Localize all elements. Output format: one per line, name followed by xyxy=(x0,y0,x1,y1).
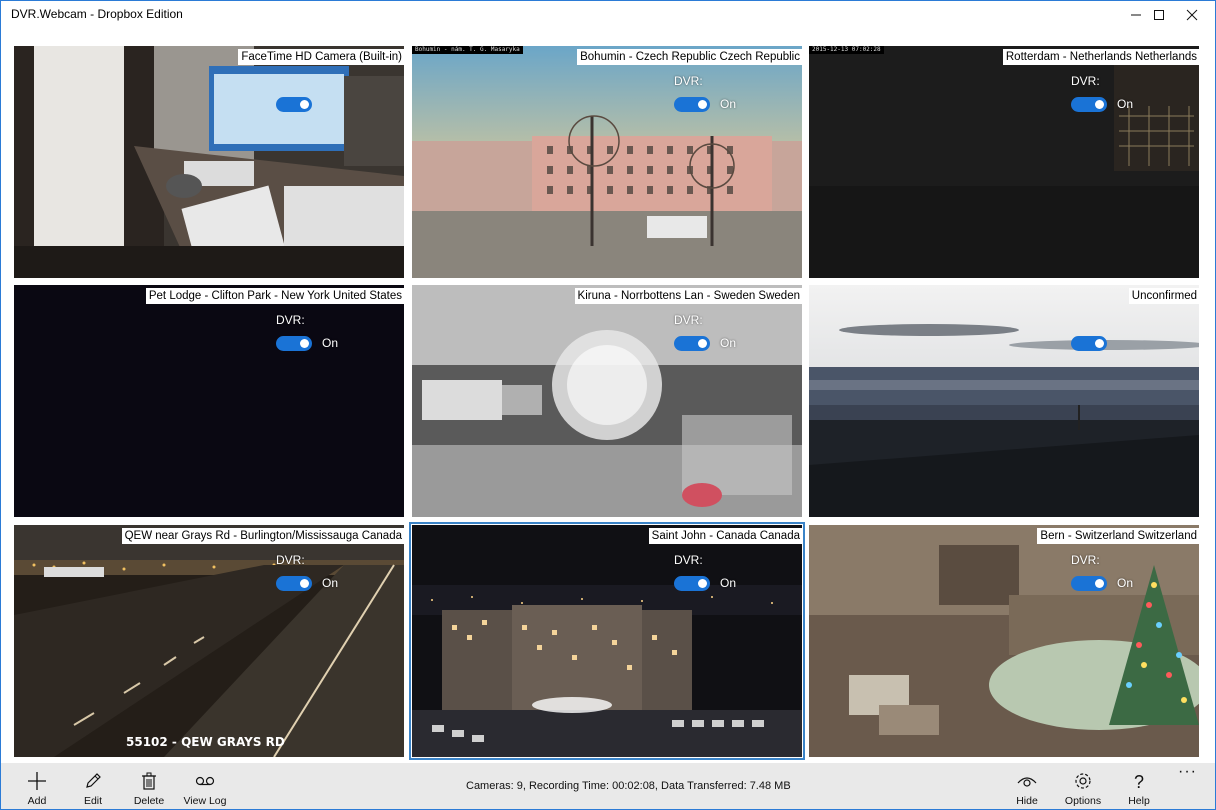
maximize-icon xyxy=(1154,10,1164,20)
dvr-label: DVR: xyxy=(1071,74,1100,88)
window-title: DVR.Webcam - Dropbox Edition xyxy=(11,7,183,21)
camera-name: FaceTime HD Camera (Built-in) xyxy=(238,49,404,65)
camera-name: Unconfirmed xyxy=(1128,288,1199,304)
dvr-toggle-state: On xyxy=(322,576,339,590)
dvr-toggle-state: On xyxy=(720,97,737,111)
camera-name: Saint John - Canada Canada xyxy=(648,528,802,544)
gear-icon xyxy=(1056,771,1110,795)
camera-feed xyxy=(14,525,404,757)
command-bar: Add Edit Delete View Log Cameras: 9, Rec… xyxy=(1,763,1215,809)
camera-name: Rotterdam - Netherlands Netherlands xyxy=(1002,49,1199,65)
dvr-toggle-state: On xyxy=(322,336,339,350)
camera-name: QEW near Grays Rd - Burlington/Mississau… xyxy=(121,528,404,544)
dvr-toggle[interactable] xyxy=(1071,576,1107,591)
camera-feed xyxy=(809,46,1199,278)
dvr-toggle[interactable] xyxy=(674,576,710,591)
hide-button[interactable]: Hide xyxy=(1000,767,1054,807)
camera-tile-unconfirmed[interactable]: Unconfirmed xyxy=(809,285,1199,517)
add-button[interactable]: Add xyxy=(10,767,64,807)
edit-icon xyxy=(66,771,120,795)
dvr-label: DVR: xyxy=(674,74,703,88)
camera-feed xyxy=(14,285,404,517)
close-icon xyxy=(1186,9,1198,21)
help-button[interactable]: ? Help xyxy=(1112,767,1166,807)
dvr-label: DVR: xyxy=(674,313,703,327)
options-label: Options xyxy=(1064,795,1102,807)
camera-tile-bern[interactable]: Bern - Switzerland Switzerland DVR: On xyxy=(809,525,1199,757)
dvr-toggle-state: On xyxy=(720,576,737,590)
camera-tile-qew[interactable]: QEW near Grays Rd - Burlington/Mississau… xyxy=(14,525,404,757)
help-icon: ? xyxy=(1133,772,1144,792)
camera-feed xyxy=(809,525,1199,757)
trash-icon xyxy=(122,771,176,795)
feed-timestamp: Bohumin - nám. T. G. Masaryka xyxy=(412,46,523,54)
camera-tile-saint-john[interactable]: Saint John - Canada Canada DVR: On xyxy=(409,522,805,760)
camera-grid: FaceTime HD Camera (Built-in) Bohumin - … xyxy=(11,43,1206,763)
dvr-toggle[interactable] xyxy=(1071,336,1107,351)
camera-name: Kiruna - Norrbottens Lan - Sweden Sweden xyxy=(574,288,802,304)
dvr-toggle[interactable] xyxy=(276,336,312,351)
dvr-toggle-state: On xyxy=(1117,97,1134,111)
camera-tile-bohumin[interactable]: Bohumin - nám. T. G. Masaryka Bohumin - … xyxy=(412,46,802,278)
dvr-label: DVR: xyxy=(674,553,703,567)
dvr-toggle[interactable] xyxy=(674,336,710,351)
camera-tile-kiruna[interactable]: Kiruna - Norrbottens Lan - Sweden Sweden… xyxy=(412,285,802,517)
dvr-label: DVR: xyxy=(1071,553,1100,567)
help-label: Help xyxy=(1128,795,1150,807)
camera-feed xyxy=(809,285,1199,517)
close-button[interactable] xyxy=(1169,1,1215,29)
more-options-button[interactable]: ··· xyxy=(1178,763,1197,781)
title-bar[interactable]: DVR.Webcam - Dropbox Edition xyxy=(1,1,1215,29)
dvr-toggle[interactable] xyxy=(276,576,312,591)
delete-button[interactable]: Delete xyxy=(122,767,176,807)
app-window: DVR.Webcam - Dropbox Edition FaceTime HD… xyxy=(0,0,1216,810)
dvr-toggle[interactable] xyxy=(1071,97,1107,112)
camera-feed xyxy=(412,285,802,517)
edit-button[interactable]: Edit xyxy=(66,767,120,807)
camera-name: Bern - Switzerland Switzerland xyxy=(1037,528,1199,544)
camera-feed xyxy=(412,46,802,278)
delete-label: Delete xyxy=(133,795,165,807)
dvr-toggle-state: On xyxy=(720,336,737,350)
camera-feed xyxy=(412,525,802,757)
camera-tile-pet-lodge[interactable]: Pet Lodge - Clifton Park - New York Unit… xyxy=(14,285,404,517)
dvr-toggle-state: On xyxy=(1117,576,1134,590)
camera-tile-rotterdam[interactable]: 2015-12-13 07:02:28 Rotterdam - Netherla… xyxy=(809,46,1199,278)
voicemail-icon xyxy=(178,771,232,795)
view-log-button[interactable]: View Log xyxy=(178,767,232,807)
options-button[interactable]: Options xyxy=(1056,767,1110,807)
feed-timestamp: 2015-12-13 07:02:28 xyxy=(809,46,884,54)
camera-tile-facetime[interactable]: FaceTime HD Camera (Built-in) xyxy=(14,46,404,278)
feed-overlay-caption: 55102 - QEW GRAYS RD xyxy=(126,735,285,749)
hide-label: Hide xyxy=(1016,795,1038,807)
dvr-toggle[interactable] xyxy=(674,97,710,112)
camera-name: Pet Lodge - Clifton Park - New York Unit… xyxy=(145,288,404,304)
add-icon xyxy=(10,771,64,795)
camera-name: Bohumin - Czech Republic Czech Republic xyxy=(577,49,802,65)
dvr-label: DVR: xyxy=(276,313,305,327)
edit-label: Edit xyxy=(83,795,103,807)
add-label: Add xyxy=(27,795,47,807)
status-text: Cameras: 9, Recording Time: 00:02:08, Da… xyxy=(466,780,791,792)
dvr-label: DVR: xyxy=(276,553,305,567)
view-log-label: View Log xyxy=(183,795,227,807)
eye-icon xyxy=(1000,771,1054,795)
camera-feed xyxy=(14,46,404,278)
dvr-toggle[interactable] xyxy=(276,97,312,112)
